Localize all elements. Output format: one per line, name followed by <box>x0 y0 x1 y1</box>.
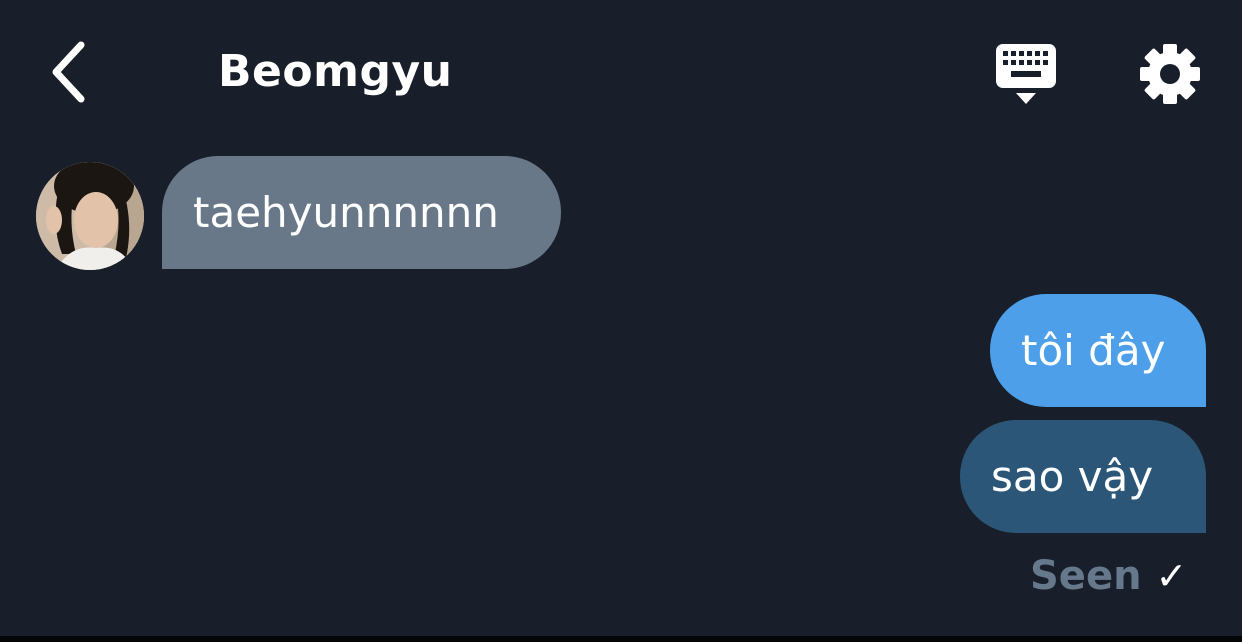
message-outgoing[interactable]: sao vậy <box>960 420 1206 533</box>
keyboard-button[interactable] <box>990 40 1062 108</box>
page-title: Beomgyu <box>218 46 453 97</box>
avatar-photo <box>36 162 144 270</box>
chevron-left-icon <box>52 41 85 103</box>
checkmark-icon: ✓ <box>1155 554 1188 598</box>
seen-label: Seen <box>1030 553 1142 599</box>
avatar[interactable] <box>36 162 144 270</box>
message-text: tôi đây <box>1021 326 1166 375</box>
message-text: taehyunnnnnn <box>193 188 499 237</box>
message-text: sao vậy <box>991 452 1154 501</box>
gear-icon <box>1140 44 1200 104</box>
seen-status: Seen ✓ <box>1030 550 1187 602</box>
back-button[interactable] <box>36 36 100 108</box>
keyboard-icon <box>996 44 1056 104</box>
message-incoming[interactable]: taehyunnnnnn <box>162 156 561 269</box>
message-outgoing[interactable]: tôi đây <box>990 294 1206 407</box>
chat-screen: Beomgyu taehyunnnnnn tôi đây sao vậy See… <box>0 0 1242 636</box>
bottom-divider <box>0 636 1242 642</box>
settings-button[interactable] <box>1136 40 1204 108</box>
